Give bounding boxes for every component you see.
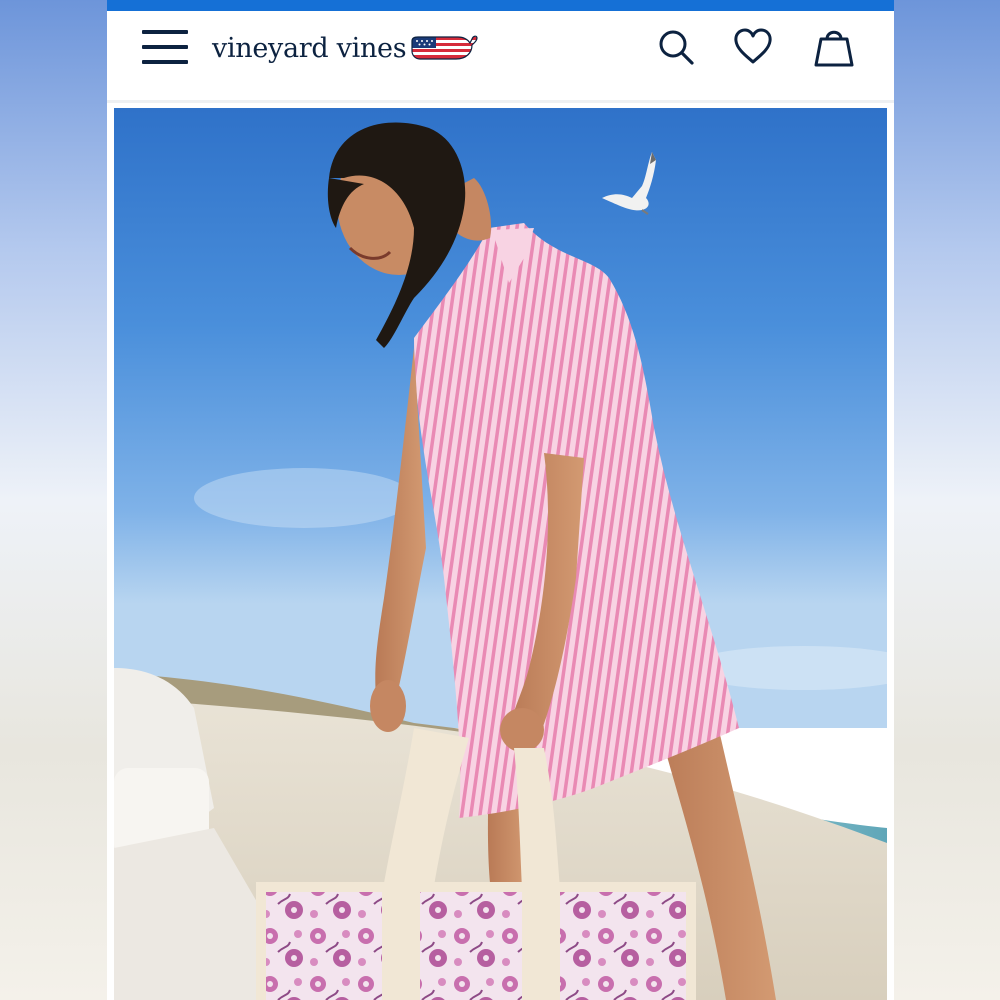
- mobile-page: vineyard vines: [107, 0, 894, 1000]
- whale-flag-icon: [411, 35, 478, 60]
- brand-logo[interactable]: vineyard vines: [212, 28, 478, 68]
- left-blurred-background: [0, 0, 107, 1000]
- brand-name: vineyard vines: [212, 32, 407, 64]
- right-blurred-background: [893, 0, 1000, 1000]
- heart-icon[interactable]: [731, 25, 775, 69]
- shopping-bag-icon[interactable]: [812, 25, 856, 69]
- site-header: vineyard vines: [107, 11, 894, 103]
- hero-product-image[interactable]: [114, 108, 887, 1000]
- hamburger-menu-icon[interactable]: [142, 28, 188, 68]
- browser-top-strip: [107, 0, 894, 11]
- search-icon[interactable]: [654, 25, 698, 69]
